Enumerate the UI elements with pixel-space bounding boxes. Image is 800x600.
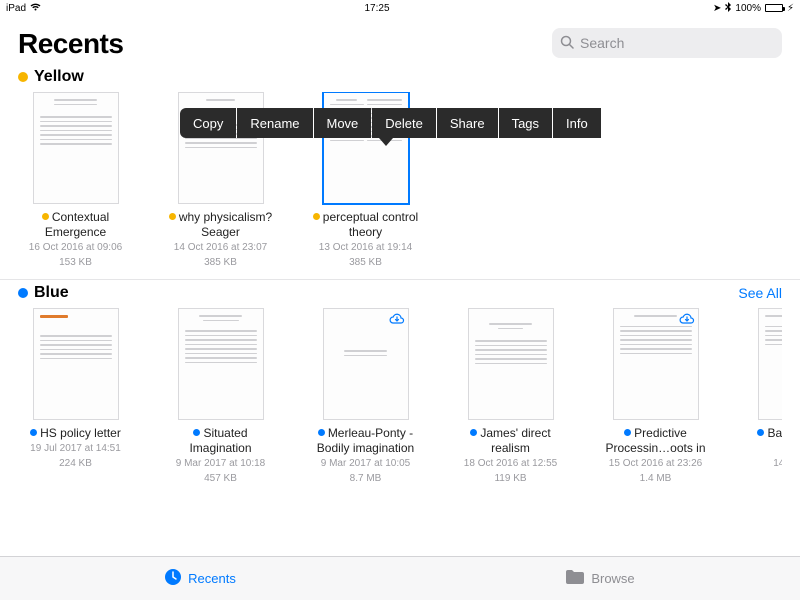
file-size: 385 KB — [163, 257, 278, 270]
file-name: perceptual control theory — [323, 210, 418, 239]
tab-label: Recents — [188, 571, 236, 586]
file-date: 13 Oct 2016 at 19:14 — [308, 242, 423, 255]
file-item[interactable]: Merleau-Ponty - Bodily imagination 9 Mar… — [308, 308, 423, 485]
file-size: 385 KB — [308, 257, 423, 270]
action-info[interactable]: Info — [553, 108, 601, 138]
file-item[interactable]: Contextual Emergence 16 Oct 2016 at 09:0… — [18, 92, 133, 269]
clock: 17:25 — [41, 3, 713, 14]
tab-browse[interactable]: Browse — [400, 557, 800, 600]
tab-bar: Recents Browse — [0, 556, 800, 600]
file-thumbnail — [178, 308, 264, 420]
file-size: 8.7 MB — [308, 473, 423, 486]
file-size: 153 KB — [18, 257, 133, 270]
device-label: iPad — [6, 3, 26, 14]
action-share[interactable]: Share — [437, 108, 498, 138]
bluetooth-icon — [725, 2, 731, 15]
file-name: James' direct realism — [480, 426, 550, 455]
file-size: 295 — [743, 473, 782, 486]
file-date: 18 Oct 2016 at 12:55 — [453, 458, 568, 471]
file-date: 16 Oct 2016 at 09:06 — [18, 242, 133, 255]
file-name: Contextual Emergence — [45, 210, 109, 239]
file-date: 14 Oct 2016 — [743, 458, 782, 471]
action-rename[interactable]: Rename — [237, 108, 312, 138]
file-item[interactable]: James' direct realism 18 Oct 2016 at 12:… — [453, 308, 568, 485]
tag-dot-blue — [18, 288, 28, 298]
action-tags[interactable]: Tags — [499, 108, 552, 138]
cloud-download-icon — [389, 312, 405, 330]
file-name: Predictive Processin…oots in Kant — [605, 426, 705, 456]
file-size: 119 KB — [453, 473, 568, 486]
file-thumbnail — [323, 308, 409, 420]
file-thumbnail — [33, 308, 119, 420]
file-name: Merleau-Ponty - Bodily imagination — [317, 426, 414, 455]
charging-icon: ⚡︎ — [787, 3, 794, 14]
clock-icon — [164, 568, 182, 589]
file-date: 19 Jul 2017 at 14:51 — [18, 443, 133, 456]
context-menu: Copy Rename Move Delete Share Tags Info — [180, 108, 601, 138]
search-input[interactable] — [552, 28, 782, 58]
file-name: Bayesia body-wor… — [767, 426, 782, 455]
status-bar: iPad 17:25 ➤ 100% ⚡︎ — [0, 0, 800, 16]
file-date: 15 Oct 2016 at 23:26 — [598, 458, 713, 471]
file-size: 1.4 MB — [598, 473, 713, 486]
file-item[interactable]: Predictive Processin…oots in Kant 15 Oct… — [598, 308, 713, 485]
see-all-link[interactable]: See All — [738, 285, 782, 301]
search-icon — [560, 35, 574, 54]
file-thumbnail — [613, 308, 699, 420]
file-name: HS policy letter — [40, 426, 121, 440]
wifi-icon — [30, 3, 41, 14]
battery-icon — [765, 4, 783, 12]
battery-pct: 100% — [735, 3, 761, 14]
tab-label: Browse — [591, 571, 634, 586]
file-item[interactable]: Bayesia body-wor… 14 Oct 2016 295 — [743, 308, 782, 485]
section-blue: Blue See All HS policy letter 19 Jul 201… — [0, 280, 800, 495]
file-item[interactable]: Situated Imagination 9 Mar 2017 at 10:18… — [163, 308, 278, 485]
file-thumbnail — [758, 308, 783, 420]
section-title: Yellow — [34, 68, 84, 86]
file-name: why physicalism? Seager — [179, 210, 272, 239]
section-yellow: Yellow Contextual Emergence 16 Oct 2016 … — [0, 64, 800, 280]
file-date: 9 Mar 2017 at 10:05 — [308, 458, 423, 471]
section-title: Blue — [34, 284, 69, 302]
file-thumbnail — [33, 92, 119, 204]
file-item[interactable]: HS policy letter 19 Jul 2017 at 14:51 22… — [18, 308, 133, 485]
tab-recents[interactable]: Recents — [0, 557, 400, 600]
page-title: Recents — [18, 28, 123, 60]
file-size: 224 KB — [18, 458, 133, 471]
tag-dot-yellow — [18, 72, 28, 82]
file-size: 457 KB — [163, 473, 278, 486]
file-thumbnail — [468, 308, 554, 420]
folder-icon — [565, 569, 585, 588]
cloud-download-icon — [679, 312, 695, 330]
action-copy[interactable]: Copy — [180, 108, 236, 138]
location-icon: ➤ — [713, 3, 721, 14]
action-move[interactable]: Move — [314, 108, 372, 138]
file-date: 9 Mar 2017 at 10:18 — [163, 458, 278, 471]
file-date: 14 Oct 2016 at 23:07 — [163, 242, 278, 255]
popover-caret-icon — [379, 138, 393, 146]
action-delete[interactable]: Delete — [372, 108, 436, 138]
